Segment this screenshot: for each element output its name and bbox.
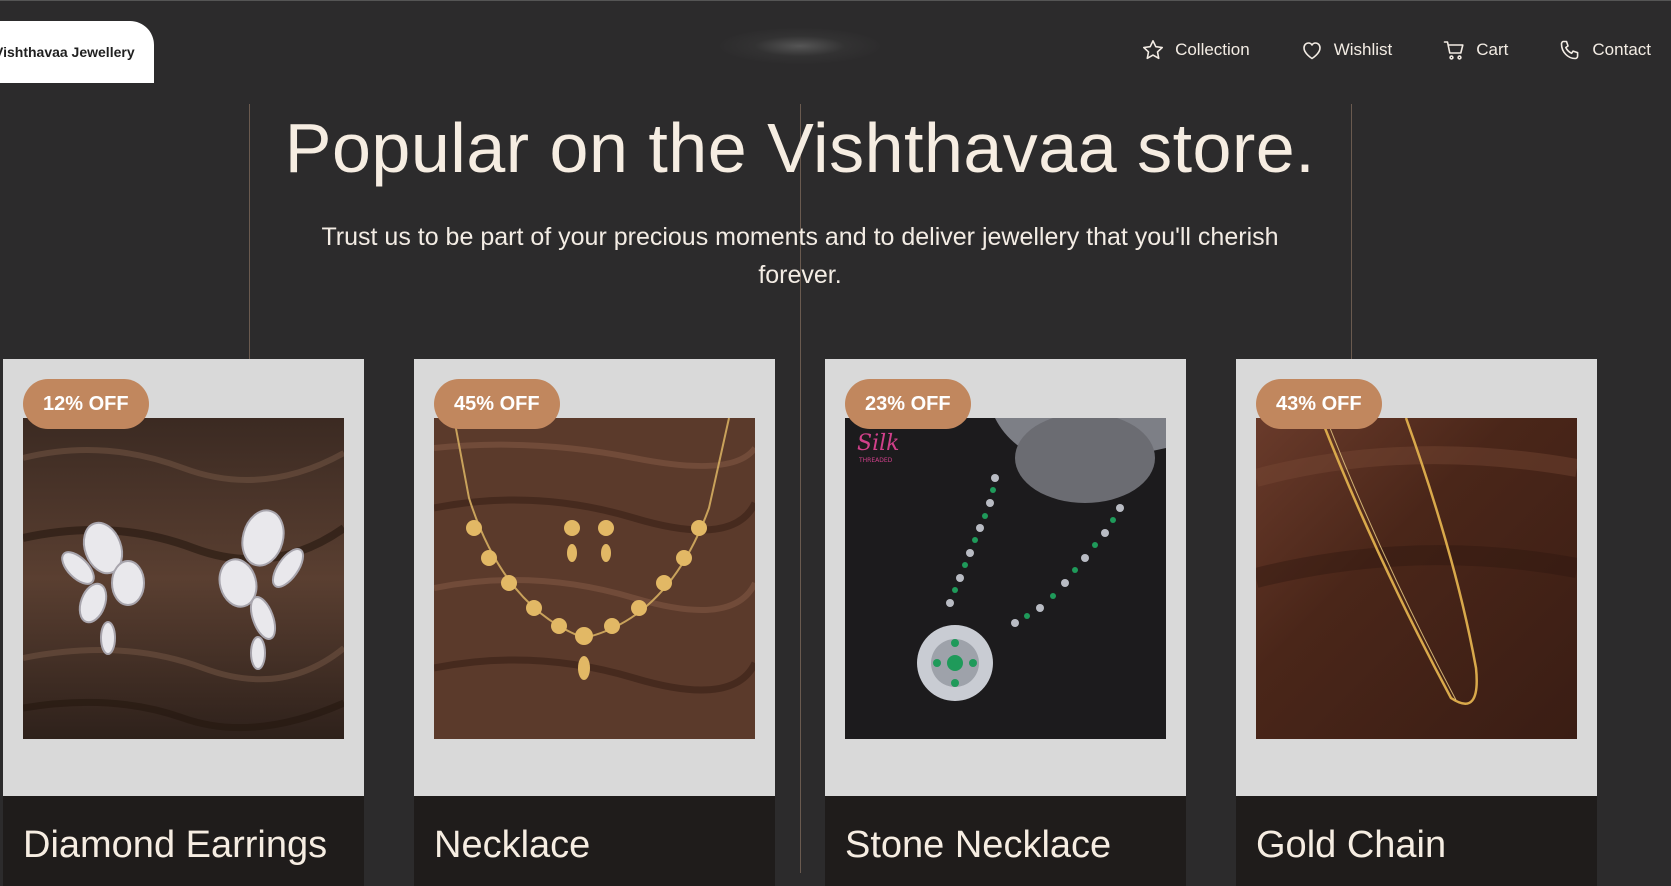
product-card-gold-chain[interactable]: 43% OFF Gold Chain (1236, 359, 1597, 886)
product-card-stone-necklace[interactable]: 23% OFF Silk THREADED Stone Necklace (825, 359, 1186, 886)
gold-necklace-image[interactable] (434, 418, 755, 739)
nav-collection[interactable]: Collection (1141, 38, 1250, 62)
star-icon (1143, 40, 1164, 60)
discount-badge: 45% OFF (434, 379, 560, 429)
gold-chain-image[interactable] (1256, 418, 1577, 739)
discount-badge: 23% OFF (845, 379, 971, 429)
discount-badge: 12% OFF (23, 379, 149, 429)
window-top-border (0, 0, 1671, 1)
nav-cart-label: Cart (1476, 40, 1509, 59)
hero-subtitle: Trust us to be part of your precious mom… (321, 223, 1279, 289)
phone-icon (1561, 40, 1579, 60)
silk-threaded-watermark: Silk (857, 431, 899, 456)
stone-necklace-image[interactable]: Silk THREADED (845, 418, 1166, 739)
product-name[interactable]: Gold Chain (1256, 824, 1446, 867)
product-name[interactable]: Stone Necklace (845, 824, 1111, 867)
product-card-diamond-earrings[interactable]: 12% OFF Diamond Earrings (3, 359, 364, 886)
diamond-earrings-image[interactable] (23, 418, 344, 739)
heart-icon (1302, 42, 1321, 60)
product-name[interactable]: Diamond Earrings (23, 824, 327, 867)
discount-badge: 43% OFF (1256, 379, 1382, 429)
nav-contact-label: Contact (1592, 40, 1651, 59)
svg-text:THREADED: THREADED (858, 457, 893, 464)
hero-title: Popular on the Vishthavaa store. (284, 109, 1316, 187)
nav-contact[interactable]: Contact (1558, 38, 1651, 62)
cart-icon (1443, 41, 1464, 60)
decorative-glow (720, 28, 880, 64)
brand-logo[interactable]: Vishthavaa Jewellery (0, 21, 154, 83)
main-nav: Collection Wishlist Cart Contact (1091, 38, 1651, 62)
nav-cart[interactable]: Cart (1442, 38, 1508, 62)
product-name[interactable]: Necklace (434, 824, 590, 867)
product-card-necklace[interactable]: 45% OFF Necklace (414, 359, 775, 886)
nav-collection-label: Collection (1175, 40, 1250, 59)
brand-name: Vishthavaa Jewellery (0, 44, 135, 60)
nav-wishlist-label: Wishlist (1333, 40, 1393, 59)
nav-wishlist[interactable]: Wishlist (1300, 38, 1393, 62)
